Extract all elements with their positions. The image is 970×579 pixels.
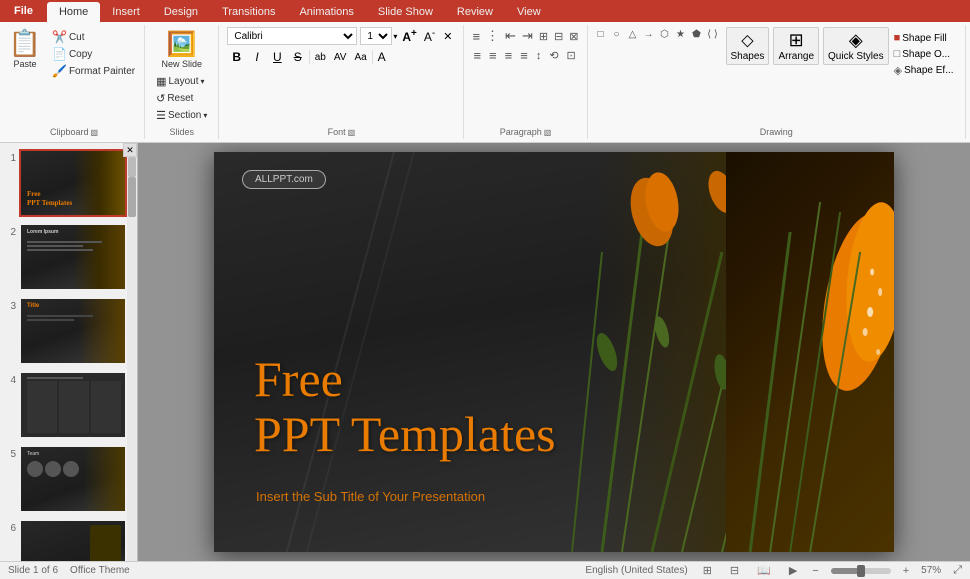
status-bar: Slide 1 of 6 Office Theme English (Unite… (0, 561, 970, 579)
line-spacing-button[interactable]: ↕ (533, 49, 545, 63)
shape-item[interactable]: ⬟ (690, 27, 704, 41)
quick-styles-button[interactable]: ◈ Quick Styles (823, 27, 889, 65)
smart-art-button[interactable]: ⊟ (552, 29, 565, 44)
slide-subtitle: Insert the Sub Title of Your Presentatio… (256, 489, 485, 504)
tab-slideshow[interactable]: Slide Show (366, 2, 445, 22)
zoom-slider[interactable] (831, 568, 891, 574)
tab-view[interactable]: View (505, 2, 553, 22)
shape-fill-button[interactable]: ■ Shape Fill (891, 31, 957, 45)
font-group: Calibri 12 ▾ A+ A- ✕ B I U S ab AV (219, 25, 464, 139)
fit-slide-button[interactable]: ⤢ (953, 564, 962, 577)
format-painter-button[interactable]: 🖌️Format Painter (49, 63, 138, 79)
cut-button[interactable]: ✂️Cut (49, 29, 138, 45)
clipboard-group: 📋 Paste ✂️Cut 📄Copy 🖌️Format Painter Cli… (4, 25, 145, 139)
slide-thumb-4[interactable]: 4 (4, 371, 133, 439)
shape-item[interactable]: → (642, 27, 656, 41)
slide-thumb-1[interactable]: 1 FreePPT Templates (4, 149, 133, 217)
slides-group: 🖼️ New Slide ▦ Layout ▾ ↺ Reset ☰ Sectio… (145, 25, 219, 139)
slide-logo: ALLPPT.com (242, 170, 326, 189)
shape-outline-button[interactable]: □ Shape O... (891, 47, 957, 61)
shape-item[interactable]: △ (626, 27, 640, 41)
slideshow-button[interactable]: ▶ (786, 563, 800, 578)
zoom-out-button[interactable]: − (812, 565, 818, 577)
tab-animations[interactable]: Animations (287, 2, 365, 22)
language-label: English (United States) (585, 565, 687, 576)
drawing-group-label: Drawing (760, 127, 793, 137)
font-color-button[interactable]: A (375, 49, 389, 65)
font-size-decrease[interactable]: A- (422, 27, 437, 45)
file-tab[interactable]: File (0, 0, 47, 22)
text-align-button[interactable]: ⊡ (564, 48, 579, 63)
slide-thumb-2[interactable]: 2 Lorem Ipsum (4, 223, 133, 291)
justify-button[interactable]: ≡ (517, 47, 531, 64)
layout-button[interactable]: ▦ Layout ▾ (153, 74, 210, 89)
reset-button[interactable]: ↺ Reset (153, 91, 210, 106)
paste-button[interactable]: 📋 Paste (4, 25, 46, 71)
tab-home[interactable]: Home (47, 2, 100, 22)
clipboard-expand-icon[interactable]: ▧ (91, 128, 99, 137)
drawing-group: □ ○ △ → ⬡ ★ ⬟ ⟨ ⟩ ⬦ Shapes (588, 25, 966, 139)
tab-insert[interactable]: Insert (100, 2, 152, 22)
shape-item[interactable]: ⬡ (658, 27, 672, 41)
strikethrough-button[interactable]: S (289, 48, 307, 66)
font-size-increase[interactable]: A+ (400, 27, 419, 45)
text-shadow-button[interactable]: ab (312, 51, 329, 64)
paragraph-expand-icon[interactable]: ▧ (544, 128, 552, 137)
shapes-button[interactable]: ⬦ Shapes (726, 27, 770, 65)
section-button[interactable]: ☰ Section ▾ (153, 108, 210, 123)
shape-effects-button[interactable]: ◈ Shape Ef... (891, 63, 957, 78)
slide-thumb-5[interactable]: 5 Team (4, 445, 133, 513)
change-case-button[interactable]: Aa (351, 51, 369, 64)
copy-button[interactable]: 📄Copy (49, 46, 138, 62)
tab-design[interactable]: Design (152, 2, 210, 22)
align-right-button[interactable]: ≡ (502, 47, 516, 64)
zoom-level: 57% (921, 565, 941, 576)
clear-format-button[interactable]: ✕ (440, 29, 455, 44)
slide-count: Slide 1 of 6 (8, 565, 58, 576)
tab-review[interactable]: Review (445, 2, 505, 22)
italic-button[interactable]: I (248, 48, 266, 66)
zoom-in-button[interactable]: + (903, 565, 909, 577)
numbered-list-button[interactable]: ⋮ (484, 27, 501, 45)
bullet-list-button[interactable]: ≡ (470, 28, 482, 45)
increase-indent-button[interactable]: ⇥ (520, 27, 535, 45)
slides-group-label: Slides (169, 127, 194, 137)
slide-thumb-6[interactable]: 6 Thank You (4, 519, 133, 561)
bold-button[interactable]: B (227, 48, 246, 66)
clipboard-label: Clipboard (50, 127, 89, 137)
normal-view-button[interactable]: ⊞ (700, 563, 715, 578)
font-size-select[interactable]: 12 (360, 27, 392, 45)
font-family-select[interactable]: Calibri (227, 27, 357, 45)
paragraph-group-label: Paragraph (500, 127, 542, 137)
align-center-button[interactable]: ≡ (486, 47, 500, 64)
text-direction-button[interactable]: ⟲ (546, 48, 561, 63)
reading-view-button[interactable]: 📖 (754, 563, 774, 578)
slide-title: Free PPT Templates (254, 352, 556, 462)
main-slide[interactable]: ALLPPT.com Free PPT Templates Insert the… (214, 152, 894, 552)
shape-item[interactable]: ★ (674, 27, 688, 41)
theme-name: Office Theme (70, 565, 130, 576)
font-group-label: Font (328, 127, 346, 137)
paragraph-group: ≡ ⋮ ⇤ ⇥ ⊞ ⊟ ⊠ ≡ ≡ ≡ ≡ ↕ ⟲ ⊡ Paragraph ▧ (464, 25, 587, 139)
underline-button[interactable]: U (268, 48, 287, 66)
decrease-indent-button[interactable]: ⇤ (503, 27, 518, 45)
char-spacing-button[interactable]: AV (331, 51, 350, 64)
convert-smart-art-button[interactable]: ⊠ (567, 29, 580, 44)
slide-view: ALLPPT.com Free PPT Templates Insert the… (138, 143, 970, 561)
shapes-grid: □ ○ △ → ⬡ ★ ⬟ ⟨ ⟩ (594, 27, 724, 78)
shape-item[interactable]: □ (594, 27, 608, 41)
tab-transitions[interactable]: Transitions (210, 2, 287, 22)
shape-item[interactable]: ○ (610, 27, 624, 41)
arrange-button[interactable]: ⊞ Arrange (773, 27, 819, 65)
new-slide-button[interactable]: 🖼️ New Slide (153, 27, 210, 72)
shape-item[interactable]: ⟨ ⟩ (706, 27, 720, 41)
panel-collapse-button[interactable]: ✕ (123, 143, 137, 157)
columns-button[interactable]: ⊞ (537, 29, 550, 44)
slide-sorter-button[interactable]: ⊟ (727, 563, 742, 578)
slide-panel: ✕ 1 FreePPT Templates 2 Lor (0, 143, 138, 561)
font-expand-icon[interactable]: ▧ (348, 128, 356, 137)
align-left-button[interactable]: ≡ (470, 47, 484, 64)
slide-thumb-3[interactable]: 3 Title (4, 297, 133, 365)
